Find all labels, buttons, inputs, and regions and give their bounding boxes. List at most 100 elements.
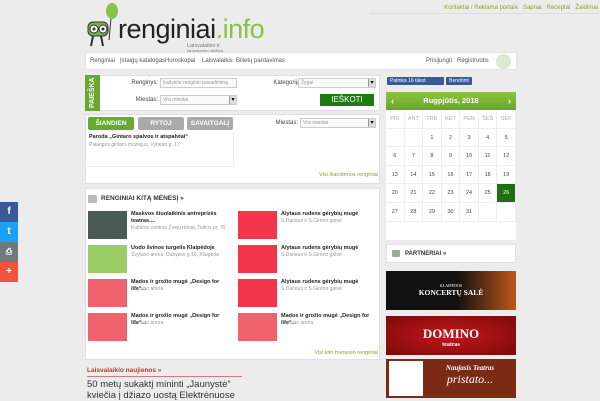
calendar-day[interactable]: 2 (441, 128, 461, 148)
news-headline[interactable]: 50 metų sukaktį mininti „Jaunystė“ kvieč… (87, 379, 257, 401)
calendar-day[interactable]: 12 (497, 147, 516, 166)
next-month-icon[interactable]: › (508, 92, 511, 110)
weekday-label: PIR (386, 110, 405, 129)
calendar-day[interactable]: 8 (423, 147, 442, 166)
calendar-day[interactable]: 16 (441, 165, 461, 185)
calendar-day[interactable]: 29 (423, 202, 442, 222)
prev-month-icon[interactable]: ‹ (391, 92, 394, 110)
city-label: Miestas: (135, 97, 158, 103)
calendar-day[interactable]: 17 (460, 165, 479, 185)
all-today-link[interactable]: Visi šiandienos renginiai (280, 172, 378, 178)
print-icon[interactable]: ⎙ (0, 242, 18, 262)
banner-domino[interactable]: DOMINO teatras (386, 316, 516, 355)
event-title: Uodo švinos turgelis Klaipėdoje (131, 245, 215, 251)
nav-leisure[interactable]: Laisvalaikis (202, 58, 233, 64)
event-card[interactable]: Alytaus rudens gėrybių mugė S.Dariaus ir… (238, 211, 383, 240)
event-card[interactable]: Uodo švinos turgelis Klaipėdoje Švyturio… (88, 245, 233, 274)
event-card[interactable]: Mados ir grožio mugė „Design for life“..… (238, 313, 383, 342)
nav-catalog[interactable]: Įstaigų katalogas (120, 58, 165, 64)
banner-line2: KONCERTŲ SALĖ (418, 288, 484, 297)
link-dreams[interactable]: Sapnai (523, 5, 542, 11)
event-title: Alytaus rudens gėrybių mugė (281, 211, 359, 217)
more-share-icon[interactable]: + (0, 262, 18, 282)
calendar-day[interactable]: 7 (404, 147, 424, 166)
calendar-day[interactable]: 28 (404, 202, 424, 222)
partners-title[interactable]: PARTNERIAI » (405, 251, 446, 257)
calendar-day[interactable]: 26 (497, 184, 516, 203)
calendar-day[interactable]: 20 (386, 184, 405, 203)
today-city-select[interactable]: Visi miestai (300, 118, 376, 128)
calendar-day[interactable]: 11 (478, 147, 498, 166)
next-month-title[interactable]: RENGINIAI KITĄ MĖNESĮ » (101, 195, 184, 202)
nav-renginiai[interactable]: Renginiai (90, 58, 115, 64)
event-label: Renginys: (131, 80, 158, 86)
calendar-day[interactable]: 6 (386, 147, 405, 166)
event-thumbnail (238, 279, 277, 307)
calendar-day[interactable]: 13 (386, 165, 405, 185)
all-next-month-link[interactable]: Visi kito mėnesio renginiai (270, 350, 379, 356)
calendar-day[interactable]: 10 (460, 147, 479, 166)
event-location: S.Dariaus ir S.Girėno gatvė (281, 218, 342, 224)
calendar-day (478, 202, 498, 222)
city-select[interactable]: Visi miestai (160, 95, 237, 105)
banner-naujasis-teatras[interactable]: Naujasis Teatras pristato... (386, 359, 516, 398)
twitter-share-icon[interactable]: t (0, 222, 18, 242)
calendar-day[interactable]: 3 (460, 128, 479, 148)
search-button[interactable]: IEŠKOTI (320, 94, 374, 106)
calendar-day[interactable]: 18 (478, 165, 498, 185)
calendar-day[interactable]: 31 (460, 202, 479, 222)
nav-register[interactable]: Registruotis (457, 58, 489, 64)
logo[interactable]: renginiai.info Laisvalaikio ir pramogų g… (85, 2, 265, 55)
calendar-day[interactable]: 30 (441, 202, 461, 222)
link-recipes[interactable]: Receptai (547, 5, 571, 11)
calendar-day[interactable]: 1 (423, 128, 442, 148)
event-location: Švyturio arena (281, 320, 314, 326)
event-thumbnail (238, 211, 277, 239)
calendar-day[interactable]: 25 (478, 184, 498, 203)
event-title: Alytaus rudens gėrybių mugė (281, 245, 359, 251)
event-thumbnail (88, 279, 127, 307)
today-city-label: Miestas: (275, 120, 298, 126)
event-card[interactable]: Alytaus rudens gėrybių mugė S.Dariaus ir… (238, 279, 383, 308)
tab-today[interactable]: ŠIANDIEN (88, 117, 134, 130)
calendar-day[interactable]: 4 (478, 128, 498, 148)
calendar: ‹ Rugpjūtis, 2018 › PIR ANT TRE KET PEN ŠEŠ SE… (386, 92, 516, 240)
event-title: Alytaus rudens gėrybių mugė (281, 279, 359, 285)
calendar-title: Rugpjūtis, 2018 (423, 96, 479, 105)
event-input[interactable]: Įrašykite renginio pavadinimą (160, 78, 237, 88)
news-title[interactable]: Laisvalaikio naujienos » (87, 367, 242, 377)
link-contacts[interactable]: Kontaktai / Reklama portale (444, 5, 518, 11)
category-select[interactable]: Žygai (298, 78, 376, 88)
tab-tomorrow[interactable]: RYTOJ (138, 117, 184, 130)
fb-share-button[interactable]: Bendrinti (446, 77, 472, 85)
calendar-day[interactable]: 23 (441, 184, 461, 203)
event-title: Maskvos šiuolaikinis antreprizės teatras… (131, 211, 217, 224)
event-card[interactable]: Mados ir grožio mugė „Design for life“..… (88, 279, 233, 308)
nav-tickets[interactable]: Bilietų pardavimas (236, 58, 285, 64)
event-card[interactable]: Maskvos šiuolaikinis antreprizės teatras… (88, 211, 233, 240)
event-card[interactable]: Mados ir grožio mugė „Design for life“..… (88, 313, 233, 342)
list-item[interactable]: Paroda „Gintaro spalvos ir atspalviai“ P… (87, 133, 234, 167)
partners-icon (392, 250, 400, 257)
calendar-day[interactable]: 21 (404, 184, 424, 203)
nav-login[interactable]: Prisijungti (426, 58, 452, 64)
calendar-day[interactable]: 24 (460, 184, 479, 203)
calendar-day[interactable]: 22 (423, 184, 442, 203)
nav-horoscopes[interactable]: Horoskopai (165, 58, 195, 64)
event-card[interactable]: Alytaus rudens gėrybių mugė S.Dariaus ir… (238, 245, 383, 274)
calendar-day[interactable]: 14 (404, 165, 424, 185)
fb-like-button[interactable]: Patinka 16 tūkst. (387, 77, 444, 85)
calendar-day[interactable]: 19 (497, 165, 516, 185)
badge-icon (496, 54, 511, 69)
calendar-day[interactable]: 15 (423, 165, 442, 185)
calendar-day[interactable]: 9 (441, 147, 461, 166)
logo-accent: .info (215, 14, 265, 44)
banner-koncertu-sale[interactable]: KLAIPĖDOS KONCERTŲ SALĖ (386, 271, 516, 310)
banner-line1: Naujasis Teatras (445, 364, 495, 372)
tab-weekend[interactable]: SAVAITGALĮ (187, 117, 233, 130)
facebook-share-icon[interactable]: f (0, 202, 18, 222)
event-location: S.Dariaus ir S.Girėno gatvė (281, 252, 342, 258)
calendar-day[interactable]: 5 (497, 128, 516, 148)
link-games[interactable]: Žaidimai (575, 5, 598, 11)
calendar-day[interactable]: 27 (386, 202, 405, 222)
